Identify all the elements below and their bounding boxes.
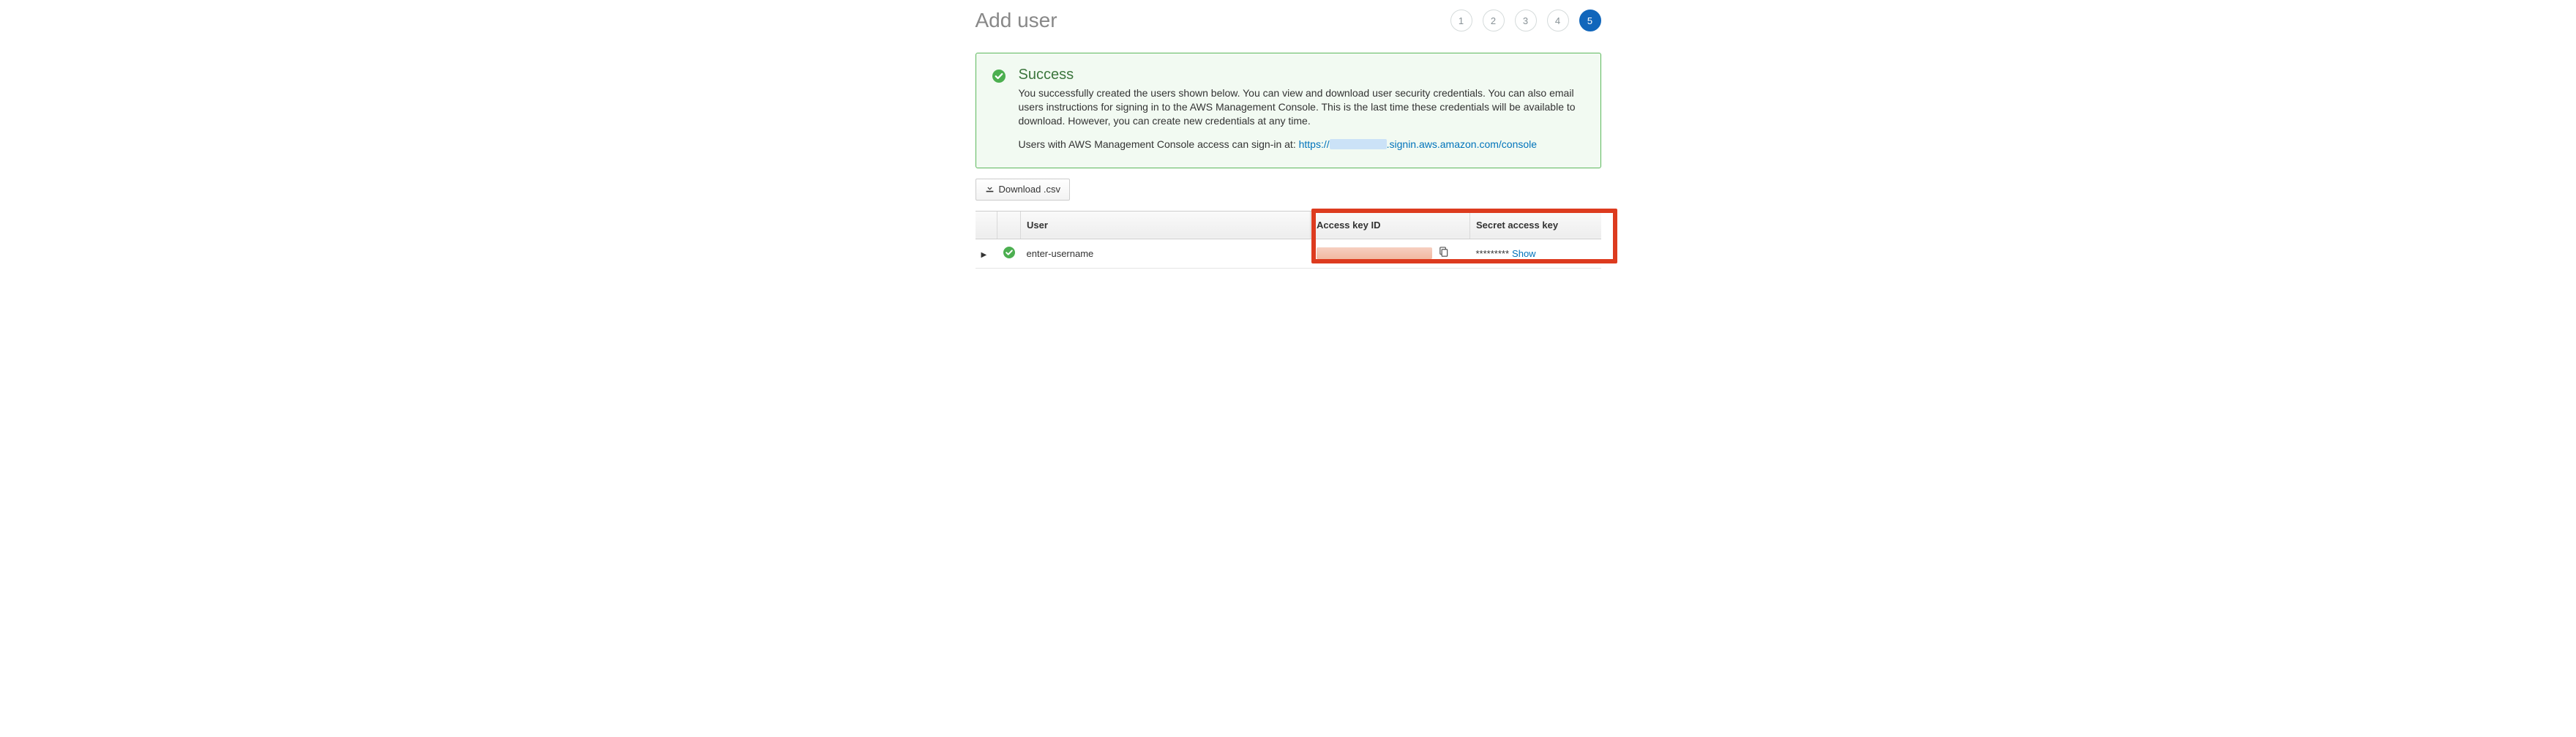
success-title: Success (1019, 67, 1584, 83)
signin-line: Users with AWS Management Console access… (1019, 138, 1584, 150)
show-secret-link[interactable]: Show (1512, 248, 1536, 259)
download-icon (985, 184, 995, 195)
success-alert: Success You successfully created the use… (976, 53, 1601, 168)
signin-prefix: Users with AWS Management Console access… (1019, 138, 1299, 150)
success-body: You successfully created the users shown… (1019, 86, 1584, 128)
signin-account-redacted (1330, 139, 1387, 149)
col-access-key-id: Access key ID (1311, 211, 1470, 239)
page-title: Add user (976, 9, 1057, 32)
row-username: enter-username (1021, 239, 1311, 268)
signin-url-suffix: .signin.aws.amazon.com/console (1387, 138, 1537, 150)
row-success-icon (1003, 250, 1015, 261)
table-row: ▶ enter-username (976, 239, 1601, 268)
download-csv-button[interactable]: Download .csv (976, 179, 1071, 201)
success-check-icon (992, 70, 1006, 150)
access-key-id-redacted (1317, 247, 1432, 259)
step-5[interactable]: 5 (1579, 10, 1601, 31)
col-status (997, 211, 1021, 239)
credentials-table: User Access key ID Secret access key ▶ e… (976, 211, 1601, 269)
wizard-steps: 1 2 3 4 5 (1450, 10, 1601, 31)
signin-url-scheme: https:// (1299, 138, 1330, 150)
step-1[interactable]: 1 (1450, 10, 1472, 31)
col-user: User (1021, 211, 1311, 239)
step-3[interactable]: 3 (1515, 10, 1537, 31)
step-2[interactable]: 2 (1483, 10, 1505, 31)
col-expand (976, 211, 997, 239)
download-csv-label: Download .csv (999, 184, 1061, 195)
secret-masked: ********* (1476, 248, 1510, 259)
signin-url-link[interactable]: https:// .signin.aws.amazon.com/console (1299, 138, 1537, 150)
step-4[interactable]: 4 (1547, 10, 1569, 31)
expand-toggle-icon[interactable]: ▶ (981, 251, 987, 259)
copy-access-key-id-icon[interactable] (1438, 247, 1449, 260)
col-secret-access-key: Secret access key (1470, 211, 1601, 239)
